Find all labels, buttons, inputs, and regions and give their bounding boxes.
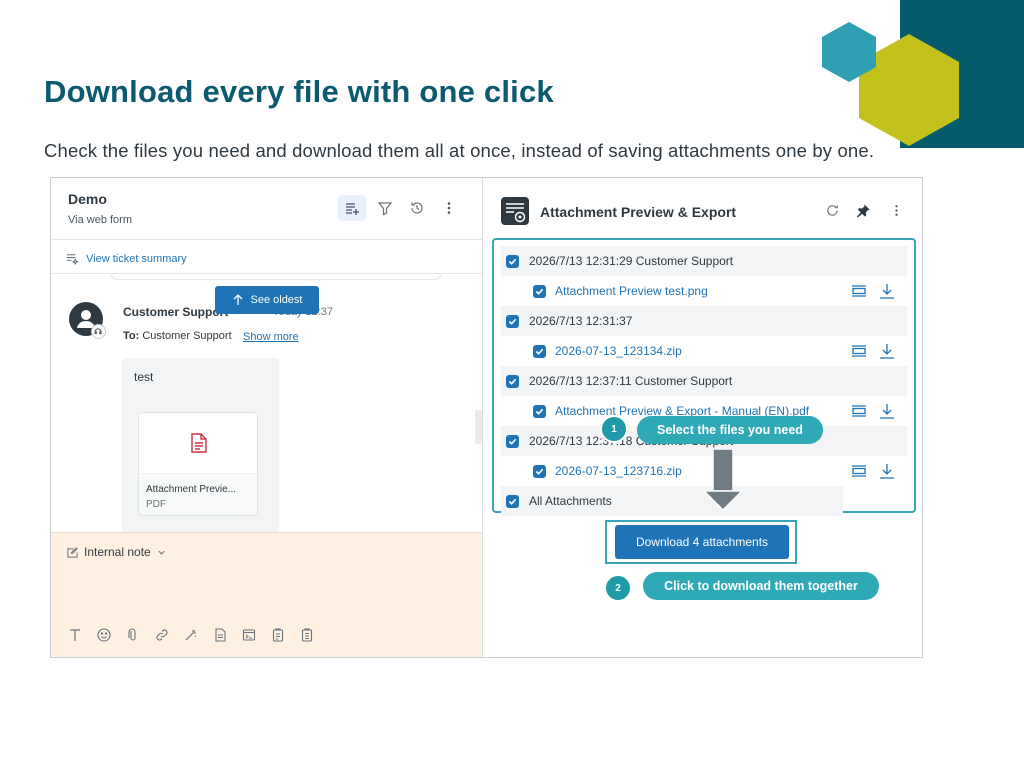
callout-download-together: Click to download them together <box>643 572 879 600</box>
arrow-down-icon <box>703 449 743 511</box>
all-attachments-label: All Attachments <box>529 494 612 508</box>
clipboard-list-icon[interactable] <box>299 627 315 643</box>
magic-icon[interactable] <box>183 627 199 643</box>
file-actions <box>851 343 895 359</box>
link-icon[interactable] <box>154 627 170 643</box>
ticket-summary-row: View ticket summary <box>51 240 482 274</box>
see-oldest-button[interactable]: See oldest <box>215 286 319 314</box>
history-icon[interactable] <box>403 195 431 221</box>
internal-note-label: Internal note <box>84 545 151 559</box>
group-label: 2026/7/13 12:37:11 Customer Support <box>529 374 733 388</box>
preview-icon[interactable] <box>851 463 867 479</box>
checkbox[interactable] <box>506 314 519 328</box>
attachment-card[interactable]: Attachment Previe... PDF <box>138 412 258 516</box>
file-name-link[interactable]: Attachment Preview test.png <box>555 284 708 298</box>
preview-icon[interactable] <box>851 343 867 359</box>
group-label: 2026/7/13 12:31:37 <box>529 314 633 328</box>
app-logo-icon <box>501 197 529 225</box>
attachment-group-row[interactable]: 2026/7/13 12:37:11 Customer Support <box>501 366 907 396</box>
arrow-up-icon <box>233 294 242 305</box>
file-actions <box>851 403 895 419</box>
checkbox[interactable] <box>506 254 519 268</box>
attachment-group-row[interactable]: 2026/7/13 12:31:29 Customer Support <box>501 246 907 276</box>
app-title: Attachment Preview & Export <box>540 204 737 220</box>
group-label: 2026/7/13 12:31:29 Customer Support <box>529 254 734 268</box>
composer-toolbar <box>67 627 315 643</box>
text-format-icon[interactable] <box>67 627 83 643</box>
callout-step-1: 1 <box>600 415 628 443</box>
checkbox[interactable] <box>533 284 546 298</box>
attachment-app-pane: Attachment Preview & Export 2026/7/13 12… <box>483 178 922 657</box>
file-actions <box>851 463 895 479</box>
refresh-icon[interactable] <box>824 202 840 218</box>
checkbox[interactable] <box>533 344 546 358</box>
clipboard-icon[interactable] <box>270 627 286 643</box>
app-header: Attachment Preview & Export <box>483 178 922 238</box>
preview-icon[interactable] <box>851 283 867 299</box>
to-label: To: <box>123 330 140 342</box>
message-author: Customer Support <box>123 305 229 319</box>
reply-composer[interactable]: Internal note <box>51 532 482 657</box>
conversation-divider <box>111 274 441 280</box>
select-all-checkbox[interactable] <box>506 494 519 508</box>
more-icon[interactable] <box>435 195 463 221</box>
ticket-channel: Via web form <box>68 214 132 226</box>
attachment-type: PDF <box>146 499 166 510</box>
filter-icon[interactable] <box>371 195 399 221</box>
file-actions <box>851 283 895 299</box>
callout-select-files: Select the files you need <box>637 416 823 444</box>
view-ticket-summary-link[interactable]: View ticket summary <box>86 253 187 265</box>
ticket-title: Demo <box>68 191 107 207</box>
terminal-icon[interactable] <box>241 627 257 643</box>
attachment-info: Attachment Previe... PDF <box>139 473 257 515</box>
preview-icon[interactable] <box>851 403 867 419</box>
summary-icon <box>66 254 79 265</box>
edit-note-icon <box>67 546 78 558</box>
download-icon[interactable] <box>879 343 895 359</box>
checkbox[interactable] <box>506 434 519 448</box>
ticket-pane: Demo Via web form View ticket summary Cu… <box>51 178 483 657</box>
ticket-header: Demo Via web form <box>51 178 482 240</box>
all-attachments-row[interactable]: All Attachments <box>501 486 843 516</box>
attach-icon[interactable] <box>125 627 141 643</box>
chevron-down-icon <box>158 550 165 555</box>
pin-icon[interactable] <box>855 202 871 218</box>
screenshot-frame: Demo Via web form View ticket summary Cu… <box>50 177 923 658</box>
slide-subtitle: Check the files you need and download th… <box>44 140 875 161</box>
attachment-thumbnail <box>139 413 257 473</box>
see-oldest-label: See oldest <box>250 294 303 306</box>
list-icon[interactable] <box>338 195 366 221</box>
doc-icon[interactable] <box>212 627 228 643</box>
attachment-file-row[interactable]: Attachment Preview test.png <box>501 276 907 306</box>
slide-title: Download every file with one click <box>44 74 554 109</box>
recipient-value: Customer Support <box>142 330 232 342</box>
more-icon[interactable] <box>888 202 904 218</box>
file-name-link[interactable]: 2026-07-13_123134.zip <box>555 344 682 358</box>
download-icon[interactable] <box>879 463 895 479</box>
show-more-link[interactable]: Show more <box>243 331 299 343</box>
hexagon-decoration-teal <box>822 22 876 82</box>
download-icon[interactable] <box>879 403 895 419</box>
pdf-file-icon <box>191 433 207 453</box>
download-icon[interactable] <box>879 283 895 299</box>
checkbox[interactable] <box>533 404 546 418</box>
message-text: test <box>134 370 154 384</box>
file-name-link[interactable]: 2026-07-13_123716.zip <box>555 464 682 478</box>
attachment-file-row[interactable]: 2026-07-13_123134.zip <box>501 336 907 366</box>
internal-note-selector[interactable]: Internal note <box>67 545 166 559</box>
emoji-icon[interactable] <box>96 627 112 643</box>
scrollbar-handle[interactable] <box>475 410 482 444</box>
agent-badge-icon <box>91 324 106 339</box>
checkbox[interactable] <box>533 464 546 478</box>
recipient-line: To: Customer Support <box>123 330 232 342</box>
download-attachments-button[interactable]: Download 4 attachments <box>615 525 789 559</box>
checkbox[interactable] <box>506 374 519 388</box>
attachment-name: Attachment Previe... <box>146 484 237 495</box>
attachment-group-row[interactable]: 2026/7/13 12:31:37 <box>501 306 907 336</box>
callout-step-2: 2 <box>604 574 632 602</box>
